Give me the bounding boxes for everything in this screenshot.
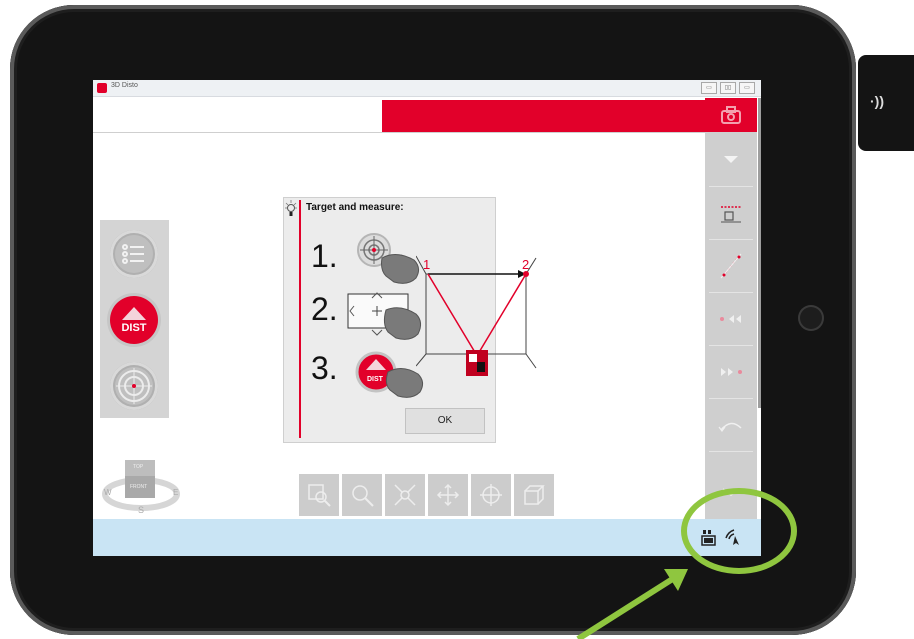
step-2-number: 2. <box>311 291 338 327</box>
previous-point-icon <box>720 315 741 323</box>
step-1-number: 1. <box>311 238 338 274</box>
cube-front-label: FRONT <box>130 484 148 490</box>
pan-button[interactable] <box>428 474 468 516</box>
status-bar <box>93 519 761 556</box>
pan-icon <box>436 483 460 507</box>
zoom-window-icon <box>308 484 331 507</box>
camera-button[interactable] <box>705 98 757 132</box>
slope-distance-button[interactable] <box>705 240 757 292</box>
lightbulb-icon <box>285 200 297 216</box>
3d-view-button[interactable] <box>514 474 554 516</box>
window-title: 3D Disto <box>111 82 138 89</box>
3d-box-icon <box>524 485 545 505</box>
home-button[interactable] <box>798 305 824 331</box>
view-navigator[interactable]: TOP FRONT W E S <box>101 452 181 516</box>
measurement-diagram <box>416 255 537 376</box>
horizontal-distance-icon <box>721 206 741 223</box>
instruction-dialog: Target and measure: 1. 2. 3. DIST 1 2 OK <box>283 197 537 443</box>
camera-icon <box>721 106 741 124</box>
highlight-arrow <box>576 569 688 639</box>
undo-icon <box>718 422 742 432</box>
diagram-point-2-label: 2 <box>522 257 530 272</box>
side-tab: ·)) <box>858 55 914 151</box>
app-icon <box>97 83 107 93</box>
compass-east: E <box>173 488 179 497</box>
dist-button-icon <box>122 307 146 320</box>
zoom-button[interactable] <box>342 474 382 516</box>
dist-button[interactable]: DIST <box>110 296 158 344</box>
undo-button[interactable] <box>705 399 757 451</box>
close-button[interactable]: ▭ <box>739 82 755 94</box>
zoom-extents-button[interactable] <box>385 474 425 516</box>
orbit-icon <box>480 484 502 506</box>
window-titlebar: 3D Disto ▭ ▯▯ ▭ <box>93 80 761 97</box>
ok-button[interactable]: OK <box>405 408 485 434</box>
bottom-toolbar <box>299 474 561 516</box>
zoom-icon <box>352 485 374 507</box>
diagram-point-1-label: 1 <box>423 257 431 272</box>
app-screen: 3D Disto ▭ ▯▯ ▭ DIST TOP FRONT W E S Tar… <box>93 80 761 556</box>
orbit-button[interactable] <box>471 474 511 516</box>
step-3-dist-label: DIST <box>367 376 383 383</box>
list-icon <box>122 244 144 264</box>
maximize-button[interactable]: ▯▯ <box>720 82 736 94</box>
next-point-button[interactable] <box>705 346 757 398</box>
wireless-icon: ·)) <box>870 93 884 109</box>
dialog-heading: Target and measure: <box>306 202 404 213</box>
list-button[interactable] <box>110 230 158 278</box>
target-icon <box>116 368 152 404</box>
slope-distance-icon <box>720 253 742 279</box>
target-button[interactable] <box>110 362 158 410</box>
dist-button-label: DIST <box>121 322 147 334</box>
next-point-icon <box>721 368 742 376</box>
dialog-accent-line <box>299 200 301 438</box>
previous-point-button[interactable] <box>705 293 757 345</box>
minimize-button[interactable]: ▭ <box>701 82 717 94</box>
header-accent-bar <box>382 100 705 132</box>
highlight-ellipse <box>681 488 797 574</box>
header-divider <box>93 132 705 133</box>
compass-west: W <box>104 488 112 497</box>
cube-top-label: TOP <box>133 464 144 470</box>
zoom-extents-icon <box>394 484 416 506</box>
horizontal-distance-button[interactable] <box>705 187 757 239</box>
dropdown-arrow-icon <box>724 156 738 163</box>
dropdown-button[interactable] <box>705 134 757 186</box>
zoom-window-button[interactable] <box>299 474 339 516</box>
left-toolbar: DIST <box>100 220 169 418</box>
step-3-number: 3. <box>311 350 338 386</box>
compass-south: S <box>138 505 145 515</box>
right-toolbar <box>705 98 757 523</box>
toolbar-scrollbar[interactable] <box>758 98 761 408</box>
